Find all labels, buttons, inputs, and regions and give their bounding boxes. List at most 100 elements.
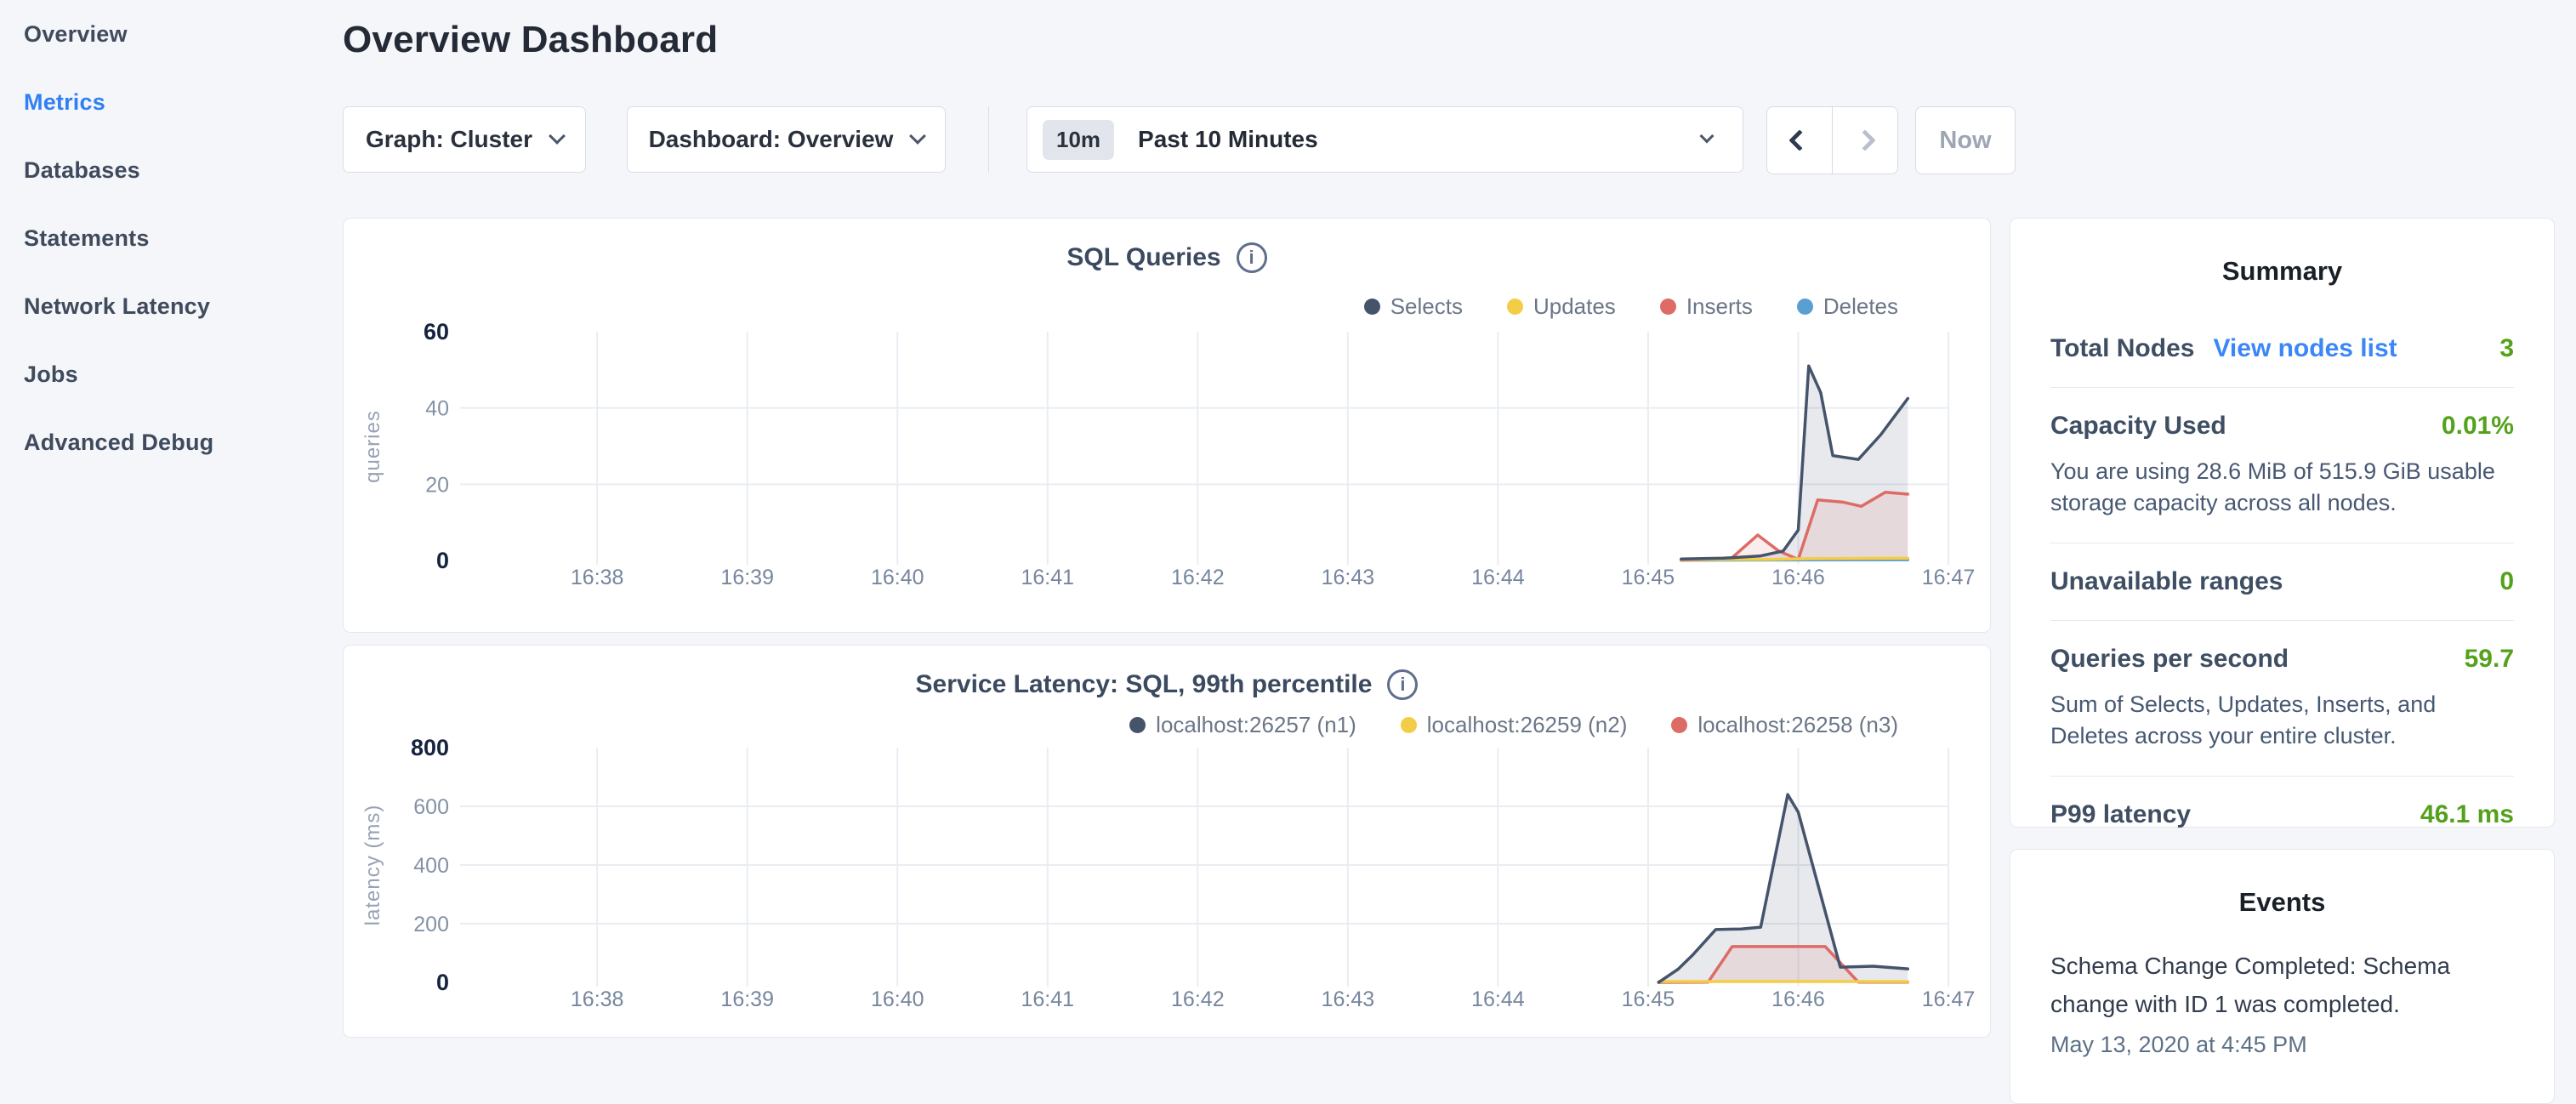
svg-text:0: 0: [436, 548, 449, 573]
summary-label: Total Nodes: [2050, 334, 2194, 363]
page-title: Overview Dashboard: [343, 19, 718, 61]
legend-dot-icon: [1671, 717, 1687, 733]
dashboard-controls: Graph: Cluster Dashboard: Overview 10m P…: [343, 106, 2044, 174]
time-range-picker[interactable]: 10m Past 10 Minutes: [1026, 106, 1743, 173]
svg-text:20: 20: [425, 473, 449, 497]
svg-text:16:43: 16:43: [1322, 987, 1375, 1011]
info-icon[interactable]: i: [1387, 669, 1418, 700]
svg-text:16:44: 16:44: [1471, 987, 1525, 1011]
legend-item: localhost:26259 (n2): [1401, 712, 1628, 738]
sidebar-item-advanced-debug[interactable]: Advanced Debug: [0, 408, 343, 476]
graph-scope-dropdown[interactable]: Graph: Cluster: [343, 106, 586, 173]
legend-item: Deletes: [1797, 293, 1898, 320]
summary-row-capacity-used: Capacity Used 0.01% You are using 28.6 M…: [2050, 388, 2514, 543]
sidebar-item-overview[interactable]: Overview: [0, 0, 343, 68]
summary-label: Capacity Used: [2050, 412, 2226, 441]
legend-dot-icon: [1129, 717, 1146, 733]
summary-value: 0.01%: [2442, 412, 2514, 441]
legend-label: Deletes: [1823, 293, 1898, 320]
summary-row-p99-latency: P99 latency 46.1 ms: [2050, 777, 2514, 853]
svg-text:16:44: 16:44: [1471, 566, 1525, 589]
service-latency-chart-card: 16:3816:3916:4016:4116:4216:4316:4416:45…: [343, 645, 1991, 1038]
svg-text:60: 60: [424, 319, 449, 344]
dashboard-label: Dashboard: Overview: [649, 126, 894, 153]
event-list-item[interactable]: Schema Change Completed: Schema change w…: [2050, 947, 2514, 1058]
svg-text:16:47: 16:47: [1922, 566, 1976, 589]
summary-label: Unavailable ranges: [2050, 567, 2283, 596]
chevron-left-icon: [1788, 129, 1810, 151]
sidebar-item-jobs[interactable]: Jobs: [0, 340, 343, 408]
chart-legend: Selects Updates Inserts Deletes: [1364, 293, 1898, 320]
info-icon[interactable]: i: [1237, 242, 1267, 273]
sidebar-item-network-latency[interactable]: Network Latency: [0, 272, 343, 340]
chart-title: Service Latency: SQL, 99th percentile: [916, 670, 1373, 699]
summary-value: 46.1 ms: [2420, 800, 2514, 829]
svg-text:queries: queries: [361, 410, 384, 483]
legend-label: localhost:26259 (n2): [1427, 712, 1628, 738]
event-timestamp: May 13, 2020 at 4:45 PM: [2050, 1032, 2514, 1058]
svg-text:latency (ms): latency (ms): [361, 805, 384, 926]
summary-value: 59.7: [2465, 645, 2514, 674]
events-heading: Events: [2010, 850, 2554, 918]
service-latency-chart[interactable]: 16:3816:3916:4016:4116:4216:4316:4416:45…: [344, 646, 1992, 1039]
now-button[interactable]: Now: [1915, 106, 2016, 174]
legend-dot-icon: [1797, 299, 1813, 315]
summary-row-unavailable-ranges: Unavailable ranges 0: [2050, 543, 2514, 621]
svg-text:16:38: 16:38: [571, 566, 624, 589]
sidebar-item-statements[interactable]: Statements: [0, 204, 343, 272]
summary-description: You are using 28.6 MiB of 515.9 GiB usab…: [2050, 456, 2514, 519]
chevron-down-icon: [1700, 129, 1714, 144]
legend-item: localhost:26257 (n1): [1129, 712, 1356, 738]
svg-text:16:46: 16:46: [1771, 566, 1825, 589]
legend-dot-icon: [1660, 299, 1676, 315]
chevron-down-icon: [910, 128, 927, 145]
svg-text:0: 0: [436, 970, 449, 995]
legend-label: Selects: [1390, 293, 1463, 320]
svg-text:16:45: 16:45: [1622, 566, 1675, 589]
svg-text:800: 800: [411, 735, 449, 760]
time-next-button[interactable]: [1833, 107, 1897, 174]
chevron-right-icon: [1854, 129, 1875, 151]
time-range-label: Past 10 Minutes: [1138, 126, 1702, 153]
controls-divider: [988, 106, 989, 173]
summary-value: 3: [2499, 334, 2514, 363]
summary-label: P99 latency: [2050, 800, 2191, 829]
events-panel: Events Schema Change Completed: Schema c…: [2010, 849, 2555, 1104]
legend-dot-icon: [1364, 299, 1380, 315]
legend-item: Inserts: [1660, 293, 1753, 320]
svg-text:16:42: 16:42: [1171, 566, 1225, 589]
legend-item: Updates: [1507, 293, 1616, 320]
dashboard-dropdown[interactable]: Dashboard: Overview: [627, 106, 946, 173]
time-range-badge: 10m: [1043, 120, 1114, 160]
sidebar-item-metrics[interactable]: Metrics: [0, 68, 343, 136]
sidebar: Overview Metrics Databases Statements Ne…: [0, 0, 343, 1051]
sql-queries-chart-card: 16:3816:3916:4016:4116:4216:4316:4416:45…: [343, 218, 1991, 633]
svg-text:16:42: 16:42: [1171, 987, 1225, 1011]
legend-item: Selects: [1364, 293, 1463, 320]
legend-label: Updates: [1533, 293, 1616, 320]
svg-text:16:47: 16:47: [1922, 987, 1976, 1011]
svg-text:16:39: 16:39: [720, 566, 774, 589]
svg-text:400: 400: [413, 854, 449, 878]
chevron-down-icon: [549, 128, 566, 145]
summary-value: 0: [2499, 567, 2514, 596]
time-prev-button[interactable]: [1767, 107, 1832, 174]
sql-queries-chart[interactable]: 16:3816:3916:4016:4116:4216:4316:4416:45…: [344, 219, 1992, 634]
summary-row-total-nodes: Total Nodes View nodes list 3: [2050, 310, 2514, 388]
legend-label: localhost:26257 (n1): [1156, 712, 1356, 738]
legend-item: localhost:26258 (n3): [1671, 712, 1898, 738]
svg-text:16:41: 16:41: [1021, 566, 1075, 589]
legend-dot-icon: [1401, 717, 1417, 733]
summary-row-queries-per-second: Queries per second 59.7 Sum of Selects, …: [2050, 621, 2514, 777]
time-pager: [1766, 106, 1898, 174]
event-message: Schema Change Completed: Schema change w…: [2050, 947, 2514, 1023]
graph-scope-label: Graph: Cluster: [366, 126, 532, 153]
svg-text:40: 40: [425, 397, 449, 421]
svg-text:16:43: 16:43: [1322, 566, 1375, 589]
svg-text:16:39: 16:39: [720, 987, 774, 1011]
sidebar-item-databases[interactable]: Databases: [0, 136, 343, 204]
view-nodes-list-link[interactable]: View nodes list: [2213, 334, 2397, 363]
app-root: { "sidebar": { "items": [ { "label": "Ov…: [0, 0, 2576, 1051]
legend-label: Inserts: [1686, 293, 1753, 320]
legend-label: localhost:26258 (n3): [1697, 712, 1898, 738]
